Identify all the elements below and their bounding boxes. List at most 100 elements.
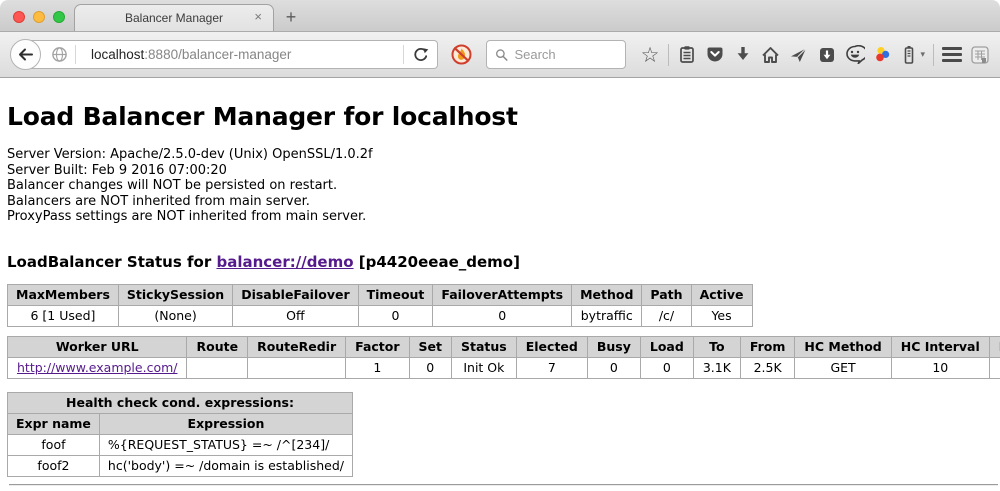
table-header-row: MaxMembers StickySession DisableFailover… <box>8 284 753 305</box>
cell-expr-name: foof <box>8 434 100 455</box>
smiley-icon <box>845 45 865 64</box>
minimize-window-button[interactable] <box>33 11 45 23</box>
url-path: :8880/balancer-manager <box>144 47 291 62</box>
col-routeredir: RouteRedir <box>248 336 346 357</box>
col-timeout: Timeout <box>358 284 433 305</box>
balancer-settings-table: MaxMembers StickySession DisableFailover… <box>7 284 753 327</box>
page-content: Load Balancer Manager for localhost Serv… <box>0 102 1000 485</box>
proxypass-notice-line: ProxyPass settings are NOT inherited fro… <box>7 209 1000 225</box>
cell-elected: 7 <box>516 357 587 378</box>
downloads-button[interactable] <box>733 45 753 64</box>
worker-url-link[interactable]: http://www.example.com/ <box>17 360 177 375</box>
cell-status: Init Ok <box>452 357 517 378</box>
url-text[interactable]: localhost:8880/balancer-manager <box>91 47 396 62</box>
col-expr-name: Expr name <box>8 413 100 434</box>
send-tab-button[interactable] <box>789 46 809 64</box>
toolbar-divider <box>933 44 934 66</box>
col-busy: Busy <box>587 336 640 357</box>
search-bar[interactable] <box>486 40 626 69</box>
back-button[interactable] <box>10 39 41 70</box>
cell-worker-url: http://www.example.com/ <box>8 357 187 378</box>
table-row: 6 [1 Used] (None) Off 0 0 bytraffic /c/ … <box>8 305 753 326</box>
dropdown-caret-icon: ▾ <box>921 49 926 60</box>
col-set: Set <box>409 336 451 357</box>
tab-title: Balancer Manager <box>125 11 223 25</box>
urlbar-divider <box>403 45 404 64</box>
new-tab-button[interactable]: + <box>274 4 308 31</box>
clipboard-icon <box>678 45 696 64</box>
cell-expression: hc('body') =~ /domain is established/ <box>99 455 352 476</box>
server-built-line: Server Built: Feb 9 2016 07:00:20 <box>7 163 1000 179</box>
cell-maxmembers: 6 [1 Used] <box>8 305 119 326</box>
url-bar[interactable]: localhost:8880/balancer-manager <box>26 40 438 69</box>
close-window-button[interactable] <box>13 11 25 23</box>
cell-route <box>187 357 248 378</box>
table-row: foof %{REQUEST_STATUS} =~ /^[234]/ <box>8 434 353 455</box>
inherit-notice-line: Balancers are NOT inherited from main se… <box>7 194 1000 210</box>
col-passes: Passes <box>989 336 1000 357</box>
col-expression: Expression <box>99 413 352 434</box>
status-prefix: LoadBalancer Status for <box>7 253 211 271</box>
cell-disablefailover: Off <box>233 305 358 326</box>
table-row: foof2 hc('body') =~ /domain is establish… <box>8 455 353 476</box>
blocked-flash-icon <box>450 43 473 66</box>
cell-busy: 0 <box>587 357 640 378</box>
cell-hc-interval: 10 <box>891 357 989 378</box>
health-table-title: Health check cond. expressions: <box>8 392 353 413</box>
pocket-icon <box>705 45 725 64</box>
content-blocker-button[interactable] <box>450 43 473 66</box>
cell-method: bytraffic <box>572 305 642 326</box>
cell-expression: %{REQUEST_STATUS} =~ /^[234]/ <box>99 434 352 455</box>
col-stickysession: StickySession <box>118 284 232 305</box>
tab-overview-button[interactable] <box>970 45 990 65</box>
page-title: Load Balancer Manager for localhost <box>7 102 1000 131</box>
cell-stickysession: (None) <box>118 305 232 326</box>
status-suffix: [p4420eeae_demo] <box>359 253 520 271</box>
home-button[interactable] <box>761 46 781 64</box>
cell-load: 0 <box>640 357 693 378</box>
server-info: Server Version: Apache/2.5.0-dev (Unix) … <box>7 147 1000 225</box>
reading-list-button[interactable] <box>677 45 697 64</box>
reload-icon <box>412 46 430 64</box>
colored-dots-icon <box>873 45 892 64</box>
cell-passes: 1 (0) <box>989 357 1000 378</box>
cell-from: 2.5K <box>740 357 795 378</box>
server-version-line: Server Version: Apache/2.5.0-dev (Unix) … <box>7 147 1000 163</box>
tab-close-icon[interactable]: × <box>254 10 262 23</box>
battery-status-button[interactable]: ▾ <box>901 45 926 65</box>
col-hc-interval: HC Interval <box>891 336 989 357</box>
menu-button[interactable] <box>942 47 962 62</box>
cell-path: /c/ <box>642 305 691 326</box>
download-arrow-icon <box>734 45 752 64</box>
toolbar-icons: ☆ <box>640 44 990 66</box>
col-active: Active <box>691 284 752 305</box>
col-method: Method <box>572 284 642 305</box>
col-disablefailover: DisableFailover <box>233 284 358 305</box>
col-factor: Factor <box>346 336 409 357</box>
bookmark-star-icon[interactable]: ☆ <box>640 45 660 65</box>
balancer-status-heading: LoadBalancer Status for balancer://demo … <box>7 253 1000 271</box>
pocket-button[interactable] <box>705 45 725 64</box>
feedback-button[interactable] <box>845 45 865 64</box>
browser-tab[interactable]: Balancer Manager × <box>74 4 274 31</box>
urlbar-divider <box>75 45 76 64</box>
table-header-row: Expr name Expression <box>8 413 353 434</box>
battery-icon <box>901 45 917 65</box>
box-download-icon <box>818 46 836 64</box>
col-status: Status <box>452 336 517 357</box>
extension-button[interactable] <box>873 45 893 64</box>
balancer-demo-link[interactable]: balancer://demo <box>216 253 353 271</box>
cell-active: Yes <box>691 305 752 326</box>
zoom-window-button[interactable] <box>53 11 65 23</box>
col-load: Load <box>640 336 693 357</box>
table-row: http://www.example.com/ 1 0 Init Ok 7 0 … <box>8 357 1000 378</box>
col-failoverattempts: FailoverAttempts <box>433 284 572 305</box>
cell-expr-name: foof2 <box>8 455 100 476</box>
video-download-button[interactable] <box>817 46 837 64</box>
reload-button[interactable] <box>411 46 431 64</box>
cell-failoverattempts: 0 <box>433 305 572 326</box>
col-path: Path <box>642 284 691 305</box>
search-input[interactable] <box>514 47 617 62</box>
col-to: To <box>693 336 740 357</box>
col-hc-method: HC Method <box>795 336 891 357</box>
